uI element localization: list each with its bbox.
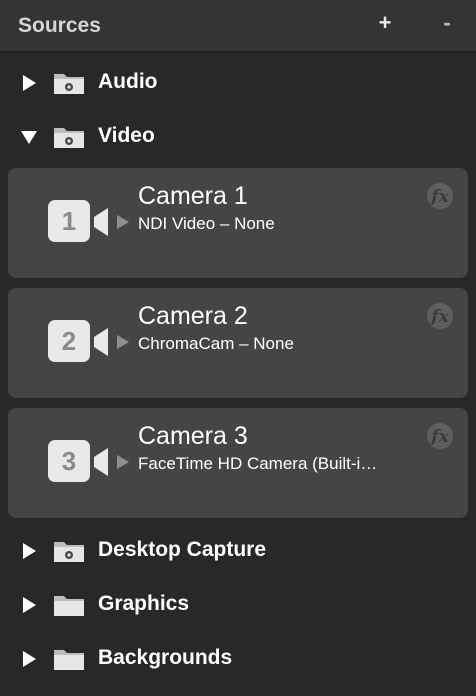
preview-arrow-icon[interactable] <box>116 454 130 470</box>
source-title: Camera 1 <box>138 182 248 210</box>
folder-icon <box>54 596 84 616</box>
svg-text:fx: fx <box>430 307 449 327</box>
camera-lens-icon <box>94 448 108 476</box>
group-label: Video <box>98 124 155 147</box>
fx-icon[interactable]: fx <box>426 422 454 450</box>
disclosure-collapsed-icon[interactable] <box>20 542 38 560</box>
camera-lens-icon <box>94 208 108 236</box>
source-subtitle: FaceTime HD Camera (Built-i… <box>138 454 378 473</box>
group-label: Audio <box>98 70 158 93</box>
group-label: Desktop Capture <box>98 538 267 561</box>
add-source-button[interactable]: + <box>372 10 398 36</box>
folder-icon <box>54 650 84 670</box>
disclosure-collapsed-icon[interactable] <box>20 596 38 614</box>
fx-icon[interactable]: fx <box>426 302 454 330</box>
source-number-badge: 1 <box>48 200 90 242</box>
camera-lens-icon <box>94 328 108 356</box>
source-title: Camera 3 <box>138 422 248 450</box>
source-subtitle: NDI Video – None <box>138 214 275 233</box>
fx-icon[interactable]: fx <box>426 182 454 210</box>
gear-folder-icon <box>54 128 84 148</box>
disclosure-collapsed-icon[interactable] <box>20 650 38 668</box>
source-card-camera-1[interactable]: 1 Camera 1 NDI Video – None fx <box>8 168 468 278</box>
group-audio[interactable]: Audio <box>0 62 476 102</box>
group-label: Backgrounds <box>98 646 233 669</box>
panel-title: Sources <box>18 14 101 37</box>
preview-arrow-icon[interactable] <box>116 334 130 350</box>
group-graphics[interactable]: Graphics <box>0 584 476 624</box>
source-subtitle: ChromaCam – None <box>138 334 294 353</box>
svg-text:fx: fx <box>430 187 449 207</box>
group-label: Graphics <box>98 592 190 615</box>
disclosure-expanded-icon[interactable] <box>20 128 38 146</box>
source-title: Camera 2 <box>138 302 248 330</box>
group-video[interactable]: Video <box>0 116 476 156</box>
source-number-badge: 3 <box>48 440 90 482</box>
source-number-badge: 2 <box>48 320 90 362</box>
group-desktop-capture[interactable]: Desktop Capture <box>0 530 476 570</box>
group-backgrounds[interactable]: Backgrounds <box>0 638 476 678</box>
disclosure-collapsed-icon[interactable] <box>20 74 38 92</box>
gear-folder-icon <box>54 74 84 94</box>
sources-header: Sources + - <box>0 0 476 52</box>
source-card-camera-2[interactable]: 2 Camera 2 ChromaCam – None fx <box>8 288 468 398</box>
remove-source-button[interactable]: - <box>434 10 460 36</box>
gear-folder-icon <box>54 542 84 562</box>
source-card-camera-3[interactable]: 3 Camera 3 FaceTime HD Camera (Built-i… … <box>8 408 468 518</box>
preview-arrow-icon[interactable] <box>116 214 130 230</box>
svg-text:fx: fx <box>430 427 449 447</box>
